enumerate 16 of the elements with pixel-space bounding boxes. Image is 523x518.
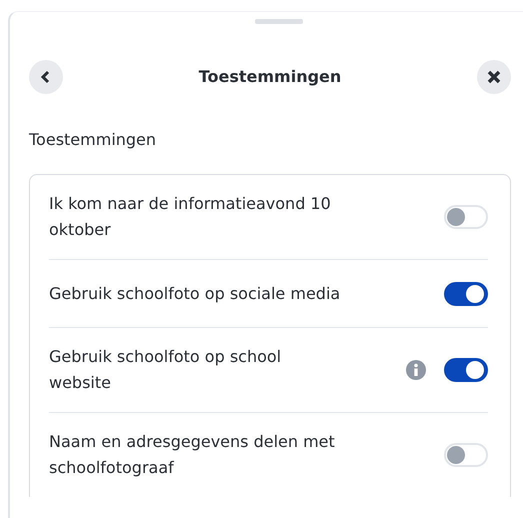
info-icon[interactable] (406, 360, 426, 380)
toggle-switch[interactable] (444, 282, 488, 306)
permission-label: Ik kom naar de informatieavond 10 oktober (49, 193, 332, 241)
back-button[interactable] (29, 60, 63, 94)
section-title: Toestemmingen (29, 129, 158, 151)
chevron-left-icon (40, 70, 52, 84)
permission-label: Gebruik schoolfoto op sociale media (49, 282, 342, 304)
drag-handle[interactable] (255, 19, 303, 24)
toggle-switch[interactable] (444, 358, 488, 382)
close-button[interactable] (476, 60, 511, 94)
permission-label: Naam en adresgegevens delen met schoolfotograaf (49, 431, 336, 479)
sheet-title: Toestemmingen (198, 66, 342, 88)
permission-label: Gebruik schoolfoto op school website (49, 346, 282, 394)
close-icon (486, 70, 501, 84)
toggle-switch[interactable] (444, 205, 488, 229)
toggle-switch[interactable] (444, 443, 488, 467)
